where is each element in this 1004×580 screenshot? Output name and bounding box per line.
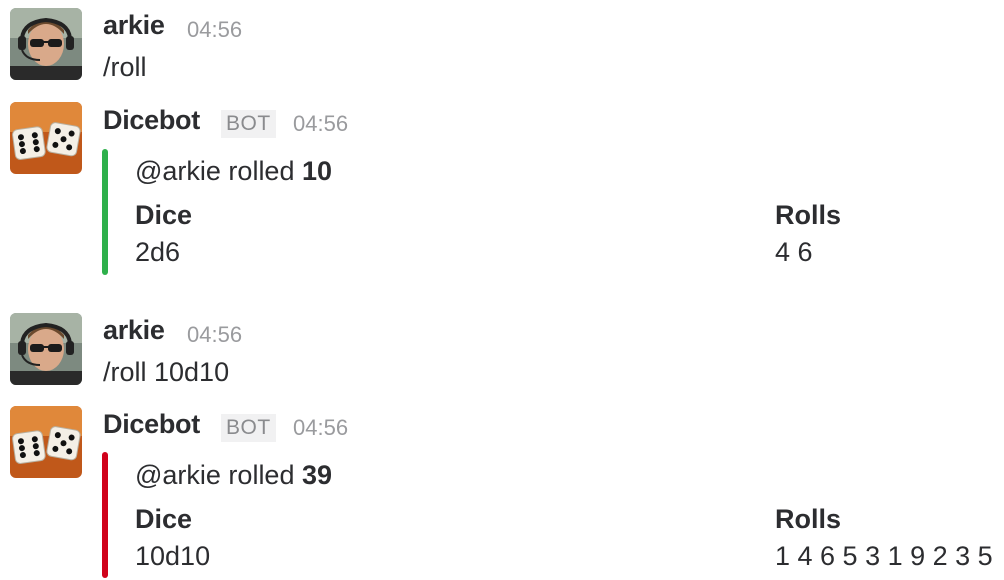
field-value-rolls: 1 4 6 5 3 1 9 2 3 5	[775, 541, 993, 571]
user-avatar-icon[interactable]	[10, 313, 82, 385]
timestamp[interactable]: 04:56	[293, 111, 348, 137]
field-title-rolls: Rolls	[775, 504, 842, 534]
sender-name[interactable]: Dicebot	[103, 409, 200, 440]
attachment-color-bar	[102, 452, 108, 578]
roll-total: 39	[301, 460, 333, 490]
attachment-color-bar	[102, 149, 108, 275]
user-avatar-icon[interactable]	[10, 8, 82, 80]
dice-avatar-icon[interactable]	[10, 406, 82, 478]
pretext-label: @arkie rolled	[135, 460, 302, 490]
sender-name[interactable]: arkie	[103, 315, 165, 346]
timestamp[interactable]: 04:56	[187, 17, 242, 43]
message-text: /roll 10d10	[103, 357, 230, 387]
pretext-label: @arkie rolled	[135, 156, 302, 186]
field-title-dice: Dice	[135, 200, 193, 230]
field-value-dice: 2d6	[135, 237, 181, 267]
attachment-pretext: @arkie rolled 39	[135, 460, 332, 491]
message-text: /roll	[103, 52, 147, 82]
bot-badge: BOT	[221, 414, 276, 442]
sender-name[interactable]: Dicebot	[103, 105, 200, 136]
timestamp[interactable]: 04:56	[293, 415, 348, 441]
field-value-dice: 10d10	[135, 541, 211, 571]
field-value-rolls: 4 6	[775, 237, 813, 267]
roll-total: 10	[301, 156, 333, 186]
attachment-pretext: @arkie rolled 10	[135, 156, 332, 187]
sender-name[interactable]: arkie	[103, 10, 165, 41]
field-title-dice: Dice	[135, 504, 193, 534]
timestamp[interactable]: 04:56	[187, 322, 242, 348]
dice-avatar-icon[interactable]	[10, 102, 82, 174]
bot-badge: BOT	[221, 110, 276, 138]
field-title-rolls: Rolls	[775, 200, 842, 230]
